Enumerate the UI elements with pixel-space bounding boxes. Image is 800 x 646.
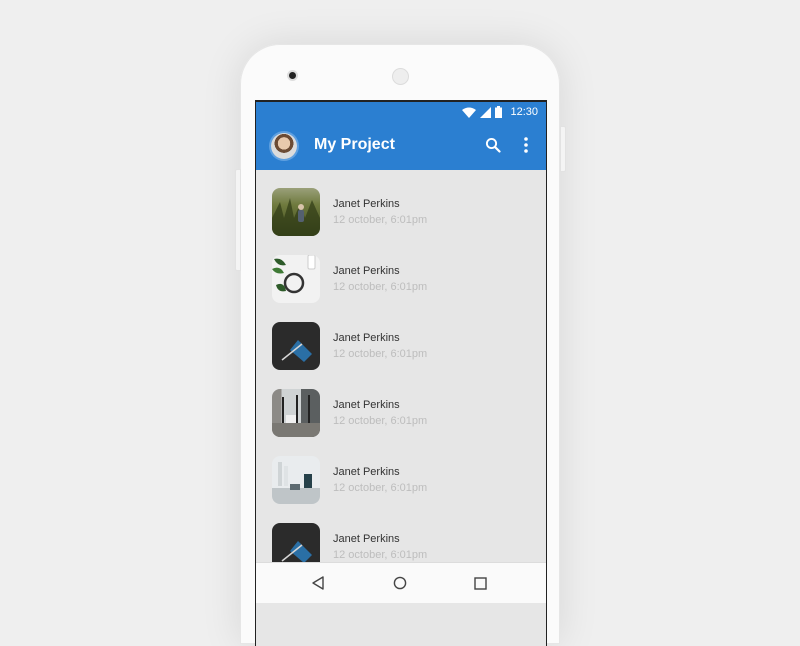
wifi-icon — [462, 107, 477, 118]
contact-name: Janet Perkins — [333, 332, 400, 344]
search-icon — [485, 137, 501, 153]
signal-icon — [480, 106, 492, 118]
thumbnail-desk — [272, 456, 320, 504]
volume-button — [235, 169, 241, 271]
front-camera — [289, 72, 296, 79]
thumbnail-dark — [272, 322, 320, 370]
contact-name: Janet Perkins — [333, 533, 400, 545]
list-item[interactable]: Janet Perkins 12 october, 6:01pm — [256, 371, 546, 438]
list-item[interactable]: Janet Perkins 12 october, 6:01pm — [256, 438, 546, 505]
battery-icon — [495, 106, 503, 118]
avatar[interactable] — [271, 133, 297, 159]
timestamp: 12 october, 6:01pm — [333, 214, 428, 226]
app-bar: My Project — [256, 122, 546, 170]
timestamp: 12 october, 6:01pm — [333, 348, 428, 360]
list-item[interactable]: Janet Perkins 12 october, 6:01pm — [256, 304, 546, 371]
timestamp: 12 october, 6:01pm — [333, 281, 428, 293]
thumbnail-office — [272, 389, 320, 437]
thumbnail-plant — [272, 255, 320, 303]
timestamp: 12 october, 6:01pm — [333, 549, 428, 561]
earpiece — [392, 68, 409, 85]
recents-button[interactable] — [470, 573, 490, 593]
timestamp: 12 october, 6:01pm — [333, 415, 428, 427]
more-options-button[interactable] — [515, 134, 537, 156]
status-bar: 12:30 — [256, 102, 546, 122]
back-icon — [312, 576, 324, 590]
power-button — [560, 126, 566, 172]
list-item[interactable]: Janet Perkins 12 october, 6:01pm — [256, 170, 546, 237]
navigation-bar — [256, 562, 546, 603]
contact-name: Janet Perkins — [333, 198, 400, 210]
timestamp: 12 october, 6:01pm — [333, 482, 428, 494]
contact-name: Janet Perkins — [333, 265, 400, 277]
search-button[interactable] — [482, 134, 504, 156]
more-vert-icon — [524, 137, 528, 153]
list-item[interactable]: Janet Perkins 12 october, 6:01pm — [256, 237, 546, 304]
phone-frame: 12:30 My Project Janet Perkins 12 octobe… — [235, 44, 566, 646]
contact-name: Janet Perkins — [333, 466, 400, 478]
thumbnail-field — [272, 188, 320, 236]
back-button[interactable] — [308, 573, 328, 593]
status-time: 12:30 — [510, 106, 538, 118]
screen: 12:30 My Project Janet Perkins 12 octobe… — [255, 100, 547, 646]
home-button[interactable] — [390, 573, 410, 593]
page-title: My Project — [314, 136, 395, 153]
contact-name: Janet Perkins — [333, 399, 400, 411]
recents-icon — [473, 576, 487, 590]
home-icon — [393, 576, 407, 590]
